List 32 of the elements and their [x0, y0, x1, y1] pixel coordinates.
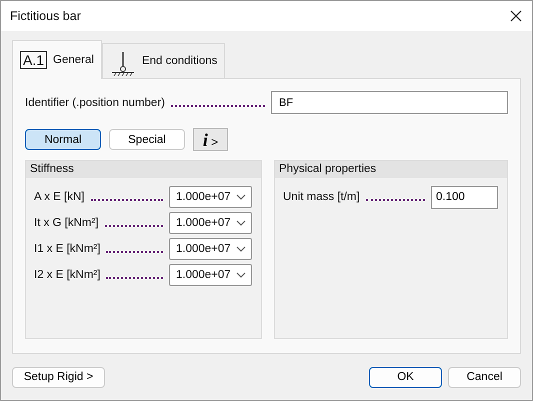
tab-badge: A.1	[20, 51, 48, 69]
value-dropdown[interactable]: 1.000e+07	[169, 186, 252, 208]
info-button[interactable]: i >	[193, 128, 228, 151]
close-icon[interactable]	[510, 10, 522, 22]
value-dropdown[interactable]: 1.000e+07	[169, 238, 252, 260]
field-label: A x E [kN]	[34, 191, 84, 203]
field-label: Unit mass [t/m]	[283, 191, 360, 203]
tab[interactable]: End conditions	[102, 43, 226, 78]
window-title: Fictitious bar	[10, 9, 81, 23]
mode-button[interactable]: Special	[109, 129, 185, 150]
value-field[interactable]: 0.100	[431, 186, 498, 208]
setup-rigid-button[interactable]: Setup Rigid >	[12, 366, 105, 388]
field-label: Identifier (.position number)	[25, 96, 165, 108]
group-title: Stiffness	[26, 161, 261, 178]
tab[interactable]: A.1 General	[12, 40, 102, 79]
tab-label: End conditions	[142, 55, 218, 67]
value-dropdown[interactable]: 1.000e+07	[169, 264, 252, 286]
field-label: I2 x E [kNm²]	[34, 269, 100, 281]
tab-label: General	[53, 54, 94, 66]
chevron-down-icon	[236, 220, 246, 226]
support-icon	[110, 52, 136, 76]
cancel-button[interactable]: Cancel	[448, 366, 521, 388]
identifier-field[interactable]: BF	[271, 91, 508, 114]
group-title: Physical properties	[275, 161, 507, 178]
chevron-down-icon	[236, 272, 246, 278]
ok-button[interactable]: OK	[369, 366, 442, 388]
field-label: It x G [kNm²]	[34, 217, 99, 229]
chevron-down-icon	[236, 246, 246, 252]
field-label: I1 x E [kNm²]	[34, 243, 100, 255]
chevron-down-icon	[236, 194, 246, 200]
mode-button[interactable]: Normal	[25, 129, 101, 150]
value-dropdown[interactable]: 1.000e+07	[169, 212, 252, 234]
